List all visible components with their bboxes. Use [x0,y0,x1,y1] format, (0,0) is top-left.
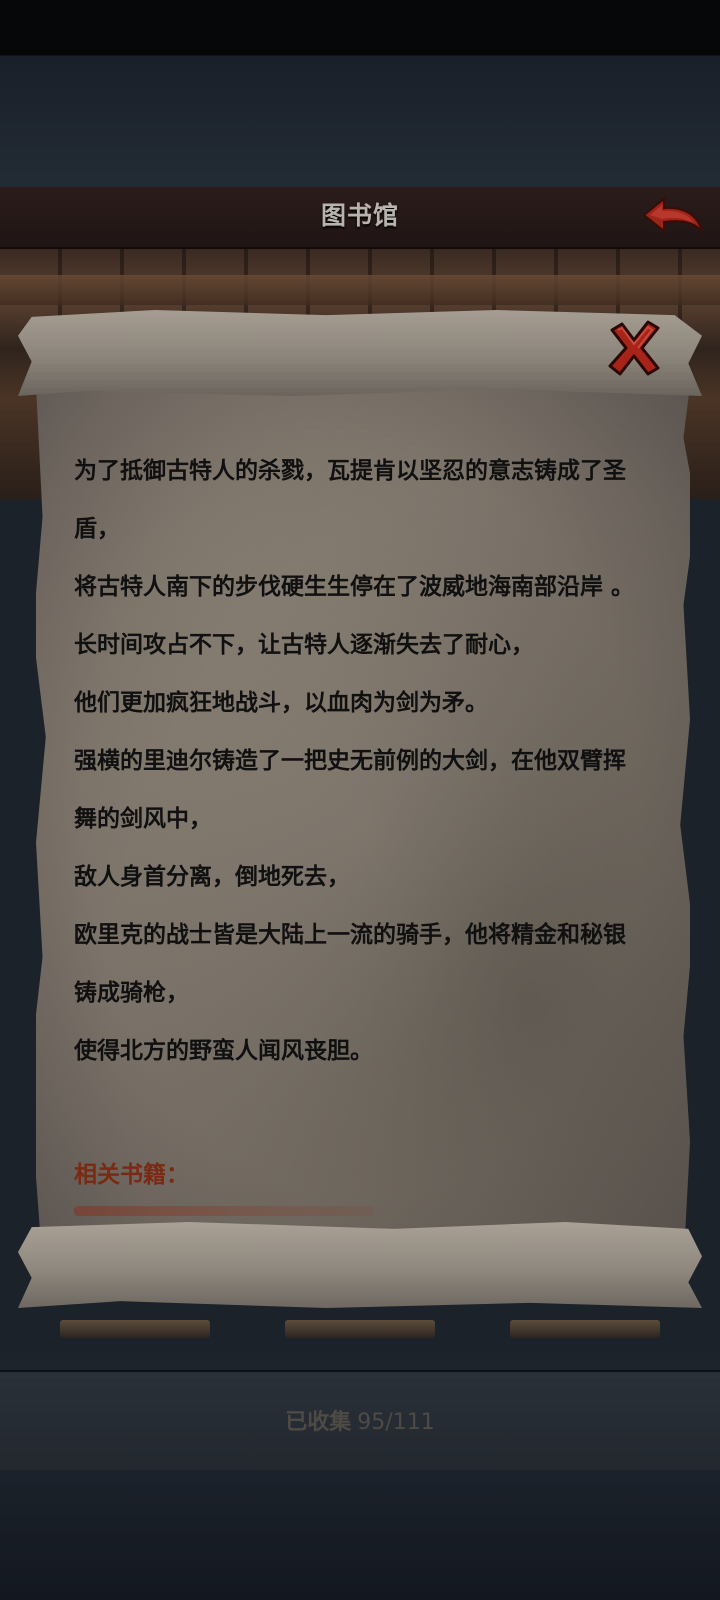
lore-paragraph: 他们更加疯狂地战斗，以血肉为剑为矛。 [74,690,488,716]
back-arrow-icon [642,196,703,234]
lore-paragraph: 为了抵御古特人的杀戮，瓦提肯以坚忍的意志铸成了圣盾， [74,458,626,542]
lore-paragraph: 敌人身首分离，倒地死去， [74,864,350,890]
shelf-slot [60,1320,210,1338]
library-beam [0,275,720,305]
back-button[interactable] [640,193,706,241]
close-button[interactable] [604,318,664,378]
library-screen: 图书馆 已收集 95/111 为了抵御古特人的杀戮，瓦提肯以坚忍的意志铸成了圣盾，… [0,0,720,1600]
collected-count: 95/111 [357,1410,435,1435]
scroll-bottom-roll [18,1222,702,1308]
title-bar: 图书馆 [0,187,720,249]
lore-paragraph: 强横的里迪尔铸造了一把史无前例的大剑，在他双臂挥舞的剑风中， [74,748,626,832]
scroll-top-roll [18,310,702,396]
related-books-label: 相关书籍： [74,1162,189,1188]
lore-text: 为了抵御古特人的杀戮，瓦提肯以坚忍的意志铸成了圣盾， 将古特人南下的步伐硬生生停… [74,442,644,1080]
lore-paragraph: 长时间攻占不下，让古特人逐渐失去了耐心， [74,632,534,658]
shelf-slot [285,1320,435,1338]
close-x-icon [608,320,660,376]
lore-paragraph: 使得北方的野蛮人闻风丧胆。 [74,1038,373,1064]
lore-paragraph: 将古特人南下的步伐硬生生停在了波威地海南部沿岸 。 [74,574,635,600]
page-title: 图书馆 [320,201,399,230]
collected-label: 已收集 [285,1410,352,1435]
collection-progress: 已收集 95/111 [0,1404,720,1436]
lore-paragraph: 欧里克的战士皆是大陆上一流的骑手，他将精金和秘银铸成骑枪， [74,922,626,1006]
related-books-list[interactable] [74,1206,374,1216]
shelf-slot [510,1320,660,1338]
